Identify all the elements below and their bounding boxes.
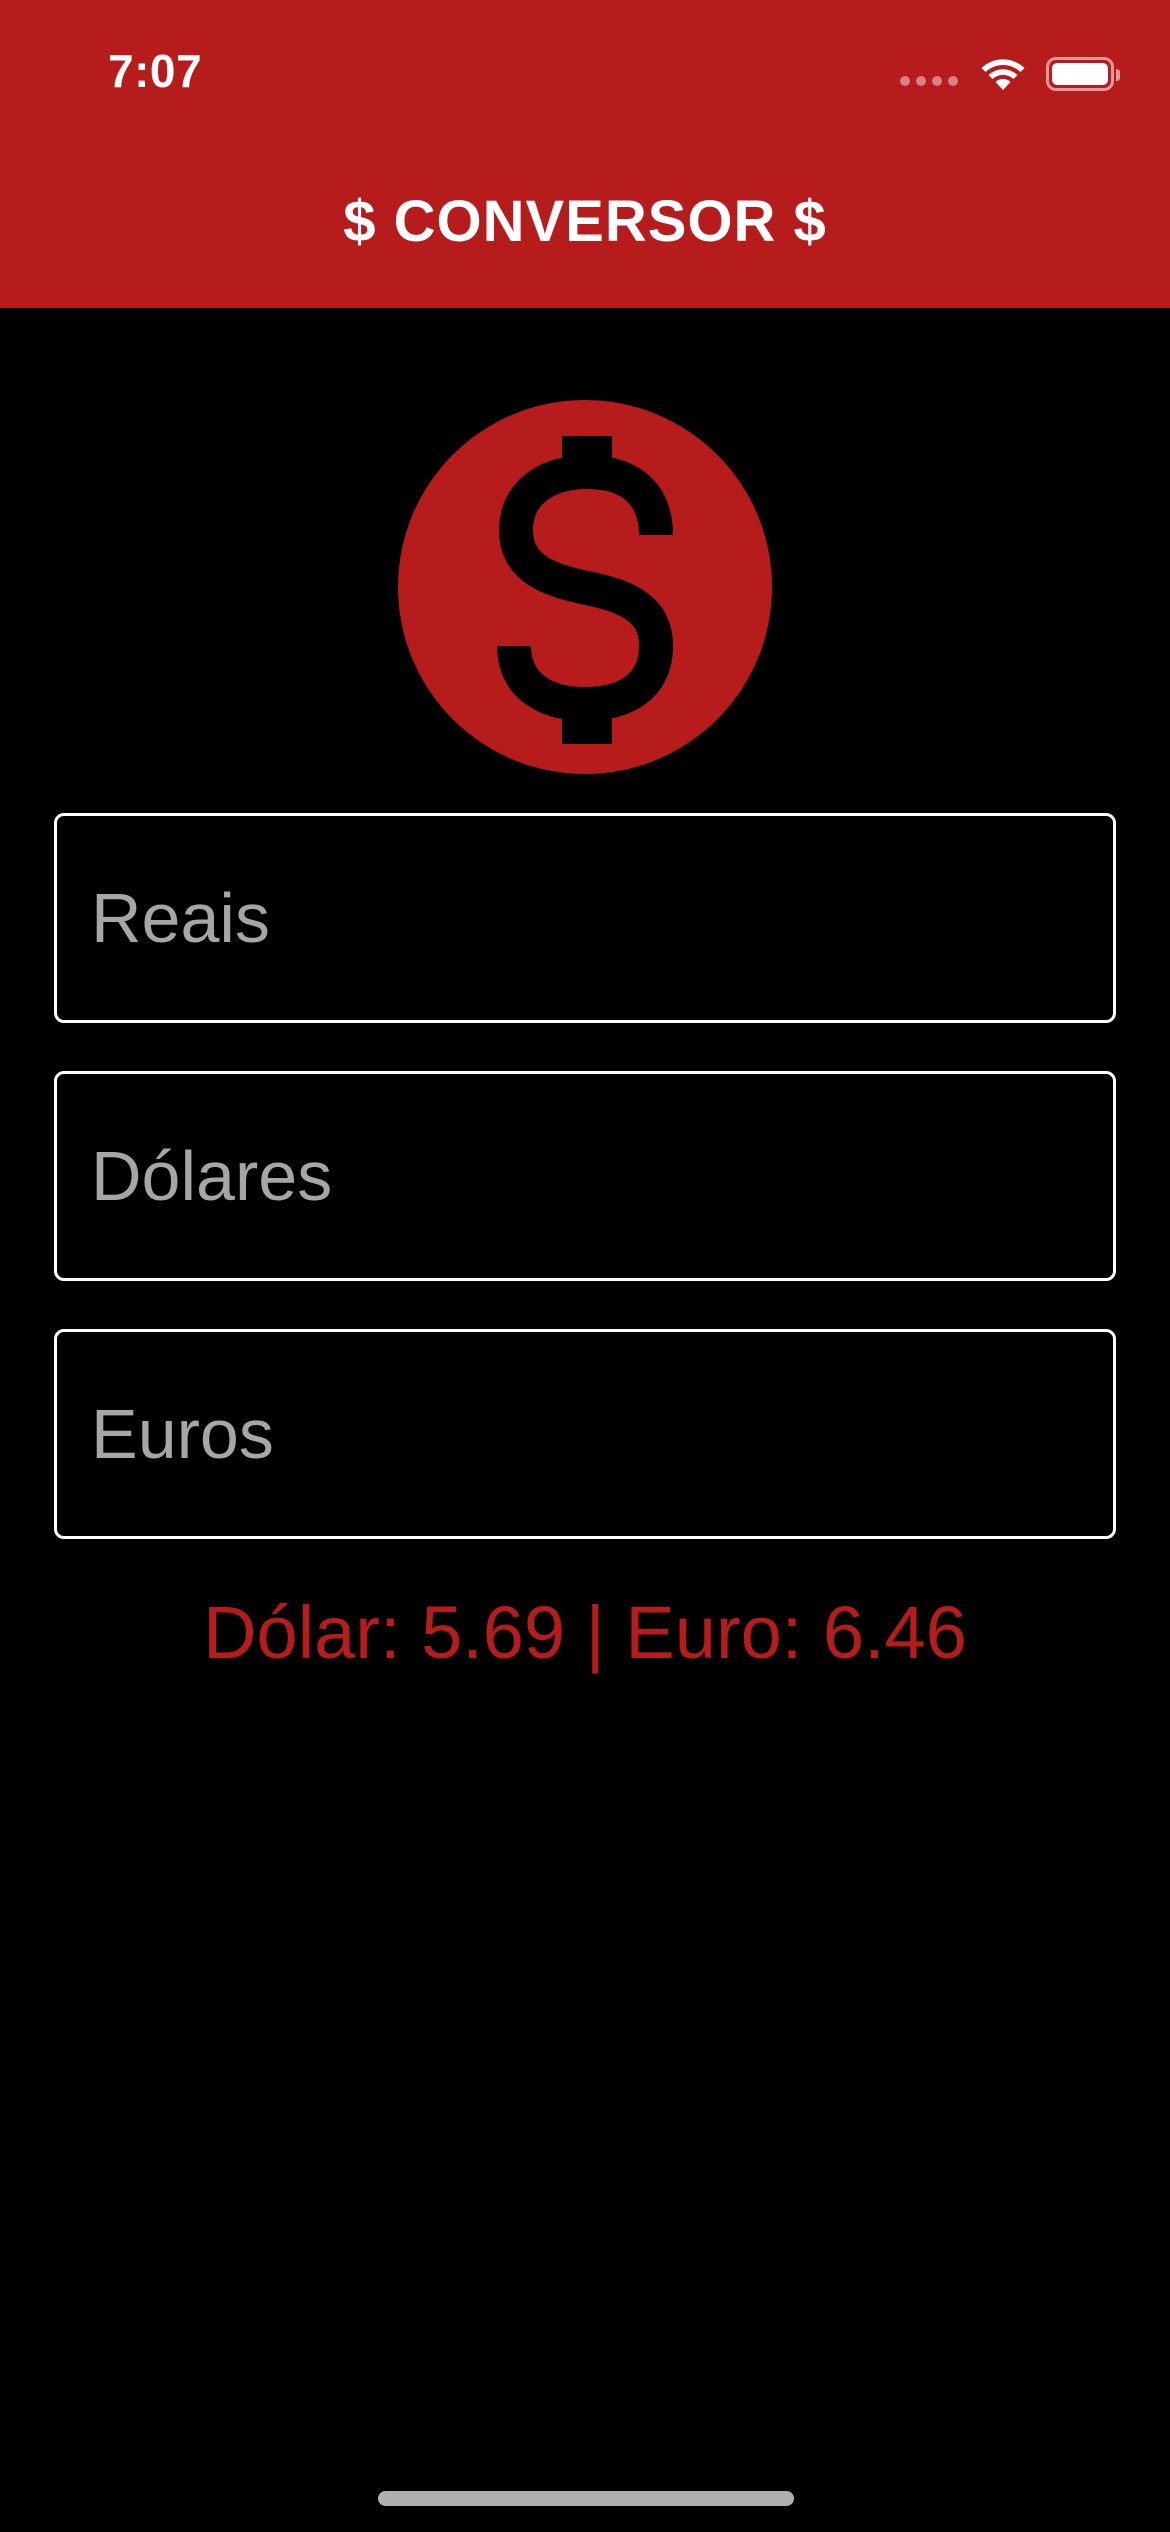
status-time: 7:07 xyxy=(108,45,203,97)
app-bar: 7:07 $ CONVERSOR $ xyxy=(0,0,1170,308)
battery-icon xyxy=(1046,57,1120,91)
euros-input[interactable] xyxy=(91,1332,1079,1536)
status-icons xyxy=(900,54,1120,94)
cellular-signal-icon xyxy=(900,76,958,86)
dollar-sign-icon xyxy=(398,400,772,774)
reais-input[interactable] xyxy=(91,816,1079,1020)
page-title: $ CONVERSOR $ xyxy=(343,189,827,254)
dolares-field[interactable] xyxy=(54,1071,1116,1281)
home-indicator[interactable] xyxy=(378,2491,794,2506)
dolares-input[interactable] xyxy=(91,1074,1079,1278)
exchange-rates-text: Dólar: 5.69 | Euro: 6.46 xyxy=(203,1591,967,1674)
reais-field[interactable] xyxy=(54,813,1116,1023)
wifi-icon xyxy=(981,59,1025,90)
euros-field[interactable] xyxy=(54,1329,1116,1539)
app-screen: 7:07 $ CONVERSOR $ Reais Dólares Euros D… xyxy=(0,0,1170,2532)
